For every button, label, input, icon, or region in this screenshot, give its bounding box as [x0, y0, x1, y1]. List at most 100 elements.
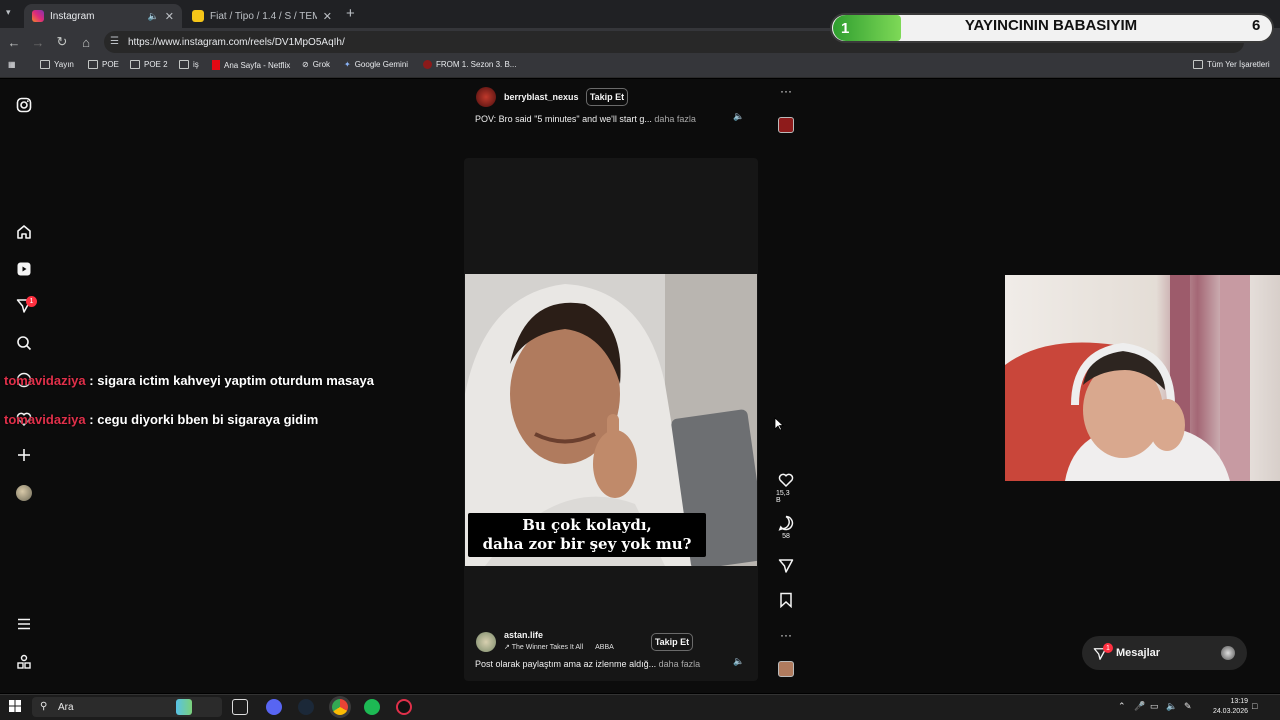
audio-thumbnail[interactable] — [778, 661, 794, 677]
bookmark-label: Tüm Yer İşaretleri — [1207, 60, 1270, 69]
tab-instagram[interactable]: Instagram 🔈 ✕ — [24, 4, 182, 28]
share-button[interactable] — [776, 558, 796, 574]
avatar — [1221, 646, 1235, 660]
reels-icon[interactable] — [15, 260, 33, 278]
bookmark-grok[interactable]: ⊘ Grok — [302, 60, 330, 69]
tab-title: Fiat / Tipo / 1.4 / S / TEMİZ 5 P — [210, 10, 317, 22]
follow-button[interactable]: Takip Et — [651, 633, 693, 651]
spotify-icon[interactable] — [364, 699, 380, 715]
bookmark-label: Grok — [312, 60, 331, 69]
new-tab-button[interactable]: + — [346, 5, 355, 22]
reel-audio[interactable]: ↗ The Winner Takes It All ABBA — [504, 643, 614, 651]
bookmark-netflix[interactable]: Ana Sayfa - Netflix — [212, 60, 290, 70]
create-plus-icon[interactable] — [15, 446, 33, 464]
caption-text: Post olarak paylaştım ama az izlenme ald… — [475, 659, 657, 669]
clock-date: 24.03.2026 — [1212, 708, 1248, 715]
profile-avatar[interactable] — [16, 485, 32, 501]
close-tab-icon[interactable]: ✕ — [165, 10, 174, 23]
taskbar-clock[interactable]: 13:19 24.03.2026 — [1198, 697, 1248, 717]
chat-message: tomavidaziya : sigara ictim kahveyi yapt… — [4, 372, 404, 390]
tab-sahibinden[interactable]: Fiat / Tipo / 1.4 / S / TEMİZ 5 P ✕ — [184, 4, 340, 28]
speaker-icon[interactable]: 🔈 — [148, 11, 159, 22]
reel-avatar[interactable] — [476, 87, 496, 107]
back-icon[interactable]: ← — [6, 34, 22, 50]
like-button[interactable]: 15,3 B — [776, 472, 796, 504]
tab-title: Instagram — [50, 10, 95, 22]
webcam-feed — [1005, 275, 1280, 481]
volume-icon[interactable]: 🔈 — [1166, 701, 1177, 712]
bookmark-label: POE 2 — [144, 60, 168, 69]
heart-icon — [778, 473, 794, 488]
steam-icon[interactable] — [298, 699, 314, 715]
overlay-count: 6 — [1252, 17, 1261, 34]
taskbar-search[interactable]: Ara — [32, 697, 222, 717]
chat-text: : cegu diyorki bben bi sigaraya gidim — [89, 412, 319, 427]
netflix-icon — [212, 60, 220, 70]
close-tab-icon[interactable]: ✕ — [323, 10, 332, 23]
messages-badge: 1 — [1103, 643, 1113, 653]
folder-icon — [40, 60, 50, 69]
windows-start-icon[interactable] — [9, 700, 21, 712]
pen-icon[interactable]: ✎ — [1184, 701, 1192, 712]
widgets-icon[interactable] — [176, 699, 192, 715]
audio-title: The Winner Takes It All — [511, 644, 584, 651]
tab-list-chevron-icon[interactable]: ▾ — [6, 7, 11, 18]
bookmark-gemini[interactable]: ✦ Google Gemini — [344, 60, 408, 69]
reel-username[interactable]: astan.life — [504, 630, 543, 640]
reel-caption[interactable]: POV: Bro said "5 minutes" and we'll star… — [475, 114, 696, 124]
bookmark-poe[interactable]: POE — [88, 60, 119, 69]
share-icon — [778, 559, 794, 573]
overlay-title: YAYINCININ BABASIYIM — [964, 17, 1138, 34]
home-icon[interactable]: ⌂ — [78, 34, 94, 50]
grok-icon: ⊘ — [302, 60, 309, 69]
comment-button[interactable]: 58 — [776, 515, 796, 540]
sound-icon[interactable]: 🔈 — [733, 111, 744, 122]
audio-thumbnail[interactable] — [778, 117, 794, 133]
network-icon[interactable]: ▭ — [1150, 701, 1159, 712]
home-icon[interactable] — [15, 223, 33, 241]
chrome-icon[interactable] — [332, 699, 348, 715]
site-info-icon[interactable]: ☰ — [110, 36, 119, 47]
microphone-icon[interactable]: 🎤 — [1134, 701, 1145, 712]
notification-badge: 1 — [26, 296, 37, 307]
chat-text: : sigara ictim kahveyi yaptim oturdum ma… — [89, 373, 374, 388]
bookmark-from[interactable]: FROM 1. Sezon 3. B... — [423, 60, 516, 69]
instagram-logo-icon[interactable] — [15, 96, 33, 114]
bookmark-yayin[interactable]: Yayın — [40, 60, 74, 69]
discord-icon[interactable] — [266, 699, 282, 715]
forward-icon[interactable]: → — [30, 34, 46, 50]
search-icon[interactable] — [15, 334, 33, 352]
menu-icon[interactable] — [15, 615, 33, 633]
save-button[interactable] — [776, 592, 796, 608]
follow-button[interactable]: Takip Et — [586, 88, 628, 106]
notification-center-icon[interactable]: □ — [1252, 701, 1257, 711]
more-options-icon[interactable]: ··· — [780, 628, 792, 642]
more-options-icon[interactable]: ··· — [780, 84, 792, 98]
subtitle-line: Bu çok kolaydı, — [522, 516, 652, 534]
gemini-icon: ✦ — [344, 60, 351, 69]
streaming-app-icon[interactable] — [396, 699, 412, 715]
like-count: 15,3 B — [776, 490, 790, 504]
bookmark-poe2[interactable]: POE 2 — [130, 60, 168, 69]
reel-caption[interactable]: Post olarak paylaştım ama az izlenme ald… — [475, 659, 700, 669]
audio-arrow-icon: ↗ — [504, 644, 510, 651]
reel-avatar[interactable] — [476, 632, 496, 652]
apps-grid-icon[interactable]: ▦ — [8, 60, 16, 69]
meta-apps-icon[interactable] — [15, 653, 33, 671]
more-link[interactable]: daha fazla — [659, 659, 701, 669]
all-bookmarks[interactable]: Tüm Yer İşaretleri — [1193, 60, 1270, 69]
reload-icon[interactable]: ↻ — [54, 34, 70, 50]
folder-icon — [130, 60, 140, 69]
tray-chevron-icon[interactable]: ⌃ — [1118, 701, 1126, 712]
reel-username[interactable]: berryblast_nexus — [504, 92, 579, 102]
bookmark-label: FROM 1. Sezon 3. B... — [436, 60, 517, 69]
comment-count: 58 — [782, 533, 790, 540]
bookmark-is[interactable]: iş — [179, 60, 199, 69]
task-view-icon[interactable] — [232, 699, 248, 715]
bookmark-label: POE — [102, 60, 119, 69]
bookmark-label: Google Gemini — [354, 60, 409, 69]
sound-icon[interactable]: 🔈 — [733, 656, 744, 667]
messages-label: Mesajlar — [1116, 647, 1161, 659]
chat-username: tomavidaziya — [4, 373, 86, 388]
more-link[interactable]: daha fazla — [654, 114, 696, 124]
